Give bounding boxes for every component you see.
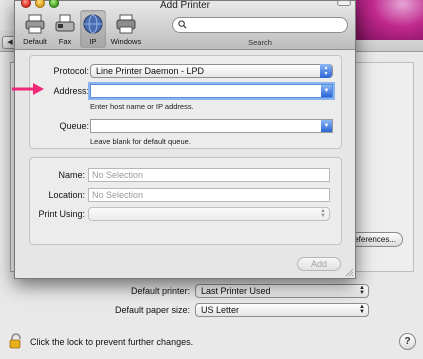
address-history-dropdown[interactable]: ▼ xyxy=(321,85,332,97)
title-bar: Add Printer Default Fax IP Windows Searc… xyxy=(15,0,355,50)
lock-message: Click the lock to prevent further change… xyxy=(30,337,194,347)
toolbar-fax-button[interactable]: Fax xyxy=(50,13,80,46)
queue-hint: Leave blank for default queue. xyxy=(90,137,191,146)
annotation-arrow-icon xyxy=(12,83,44,95)
popup-arrows-icon: ▲ ▼ xyxy=(359,285,365,296)
default-printer-popup[interactable]: Last Printer Used ▲ ▼ xyxy=(195,284,369,298)
location-label: Location: xyxy=(48,190,85,200)
protocol-label: Protocol: xyxy=(53,66,89,76)
default-printer-value: Last Printer Used xyxy=(201,286,271,296)
toolbar-ip-label: IP xyxy=(89,37,97,46)
toolbar-default-button[interactable]: Default xyxy=(20,13,50,46)
resize-grip-icon[interactable] xyxy=(344,267,354,277)
name-field[interactable]: No Selection xyxy=(88,168,330,182)
default-paper-popup[interactable]: US Letter ▲ ▼ xyxy=(195,303,369,317)
ip-globe-icon xyxy=(83,14,103,34)
popup-arrows-icon: ▲ ▼ xyxy=(320,208,326,219)
toolbar-default-label: Default xyxy=(23,37,47,46)
search-icon xyxy=(178,20,187,29)
add-printer-window: Add Printer Default Fax IP Windows Searc… xyxy=(14,0,356,279)
padlock-icon[interactable] xyxy=(9,333,23,349)
window-title: Add Printer xyxy=(159,0,211,11)
default-paper-label: Default paper size: xyxy=(114,305,190,315)
help-button[interactable]: ? xyxy=(399,333,416,350)
desktop-wallpaper xyxy=(355,0,423,40)
location-field[interactable]: No Selection xyxy=(88,188,330,202)
queue-label: Queue: xyxy=(59,121,89,131)
dialog-content: Protocol: Line Printer Daemon - LPD ▲ ▼ A… xyxy=(15,51,355,278)
default-printer-label: Default printer: xyxy=(130,286,190,296)
protocol-value: Line Printer Daemon - LPD xyxy=(96,66,205,76)
search-input[interactable] xyxy=(172,17,348,33)
print-using-label: Print Using: xyxy=(38,209,85,219)
default-paper-value: US Letter xyxy=(201,305,240,315)
popup-arrows-icon: ▲ ▼ xyxy=(359,304,365,315)
protocol-popup[interactable]: Line Printer Daemon - LPD ▲ ▼ xyxy=(90,64,333,78)
printer-default-icon xyxy=(25,14,45,34)
popup-arrows-icon: ▲ ▼ xyxy=(320,64,332,78)
toolbar-fax-label: Fax xyxy=(58,37,72,46)
fax-icon xyxy=(55,14,75,32)
add-button[interactable]: Add xyxy=(297,257,341,271)
toolbar-windows-label: Windows xyxy=(110,37,142,46)
toolbar-ip-button[interactable]: IP xyxy=(78,13,108,46)
address-hint: Enter host name or IP address. xyxy=(90,102,194,111)
address-field[interactable]: ▼ xyxy=(90,84,333,98)
print-using-popup[interactable]: ▲ ▼ xyxy=(88,207,330,221)
search-caption: Search xyxy=(248,38,272,47)
windows-printer-icon xyxy=(116,14,136,34)
queue-field[interactable]: ▼ xyxy=(90,119,333,133)
queue-dropdown[interactable]: ▼ xyxy=(321,120,332,132)
toolbar-windows-button[interactable]: Windows xyxy=(108,13,144,46)
name-label: Name: xyxy=(58,170,85,180)
